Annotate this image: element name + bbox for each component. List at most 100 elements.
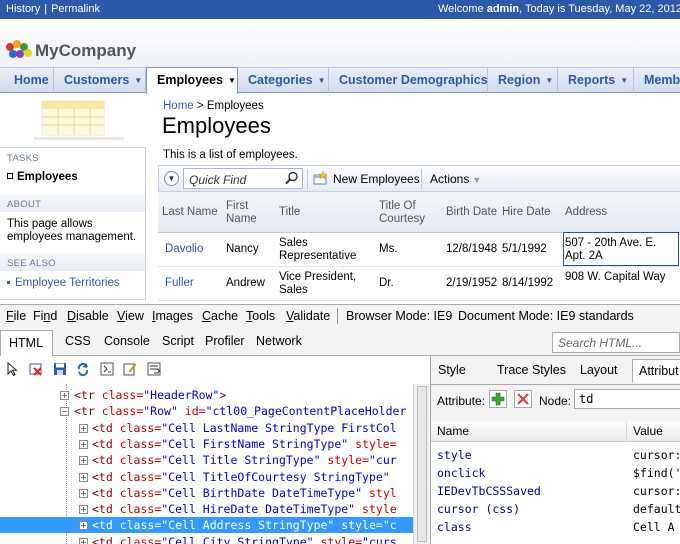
dom-node-markup: <td class="Cell FirstName StringType" st…: [92, 436, 397, 452]
document-mode-menu[interactable]: Document Mode: IE9 standards: [458, 309, 634, 323]
expand-icon[interactable]: +: [79, 521, 88, 531]
table-cell[interactable]: Fuller: [165, 277, 223, 290]
menu-item-file[interactable]: File: [6, 309, 26, 323]
menu-item-validate[interactable]: Validate: [286, 309, 330, 323]
nav-item-categories[interactable]: Categories ▼: [238, 68, 329, 93]
tab-profiler[interactable]: Profiler: [205, 334, 245, 348]
browser-mode-menu[interactable]: Browser Mode: IE9: [346, 309, 452, 323]
expand-icon[interactable]: +: [60, 391, 69, 400]
menu-item-disable[interactable]: Disable: [67, 309, 109, 323]
column-header-hire-date[interactable]: Hire Date: [502, 206, 562, 219]
new-employees-button[interactable]: New Employees: [333, 172, 420, 186]
nav-item-region[interactable]: Region ▼: [488, 68, 558, 93]
right-tab-trace-styles[interactable]: Trace Styles: [497, 363, 566, 377]
quick-find-input[interactable]: Quick Find: [183, 168, 303, 189]
markup-token: class=: [101, 404, 144, 419]
dom-tree-node[interactable]: + <td class="Cell LastName StringType Fir…: [0, 420, 413, 436]
nav-item-home[interactable]: Home: [4, 68, 54, 93]
attr-column-value[interactable]: Value: [627, 422, 680, 442]
table-row[interactable]: Fuller Andrew Vice President, Sales Dr. 2/19…: [158, 267, 680, 301]
search-html-input[interactable]: Search HTML...: [552, 332, 680, 353]
column-header-birth-date[interactable]: Birth Date: [446, 206, 501, 219]
right-tab-attribut[interactable]: Attribut: [632, 359, 680, 383]
expand-icon[interactable]: +: [79, 439, 88, 449]
dom-tree: + <tr class="HeaderRow"> − <tr class="Row" …: [0, 384, 413, 544]
sidebar-panel: TASKS Employees ABOUT This page allows e…: [0, 147, 146, 300]
attribute-row[interactable]: class Cell A: [431, 518, 680, 536]
column-header-address[interactable]: Address: [565, 206, 675, 219]
sidebar-item-employee-territories[interactable]: Employee Territories: [7, 277, 120, 289]
attr-column-name[interactable]: Name: [431, 422, 627, 442]
menu-item-cache[interactable]: Cache: [202, 309, 238, 323]
select-element-icon[interactable]: [6, 362, 20, 376]
new-record-icon[interactable]: [312, 171, 328, 185]
delete-attribute-button[interactable]: [514, 390, 532, 408]
column-header-last-name[interactable]: Last Name: [162, 206, 222, 219]
right-tab-style[interactable]: Style: [438, 363, 466, 377]
attribute-row[interactable]: cursor (css) default: [431, 500, 680, 518]
column-header-first-name[interactable]: First Name: [226, 200, 276, 226]
menu-item-tools[interactable]: Tools: [246, 309, 275, 323]
menu-item-find[interactable]: Find: [33, 309, 57, 323]
clear-outline-icon[interactable]: [29, 362, 43, 376]
dom-tree-node[interactable]: + <td class="Cell FirstName StringType" s…: [0, 436, 413, 452]
markup-token: <tr: [74, 404, 102, 419]
search-icon[interactable]: [285, 171, 299, 185]
dom-tree-node[interactable]: − <tr class="Row" id="ctl00_PageContentPl…: [0, 403, 413, 419]
tab-console[interactable]: Console: [104, 334, 150, 348]
column-header-title-of-courtesy[interactable]: Title Of Courtesy: [379, 200, 439, 226]
nav-item-memb[interactable]: Memb: [634, 68, 680, 93]
expand-icon[interactable]: +: [79, 505, 88, 515]
nav-item-employees[interactable]: Employees ▼: [146, 67, 238, 94]
dom-tree-node[interactable]: + <td class="Cell Title StringType" style…: [0, 452, 413, 468]
tab-network[interactable]: Network: [256, 334, 302, 348]
node-select[interactable]: td: [574, 389, 680, 409]
markup-token: class=: [119, 436, 162, 451]
save-icon[interactable]: [53, 362, 67, 376]
collapse-icon[interactable]: −: [60, 407, 69, 417]
table-cell[interactable]: Davolio: [165, 243, 223, 256]
tab-script[interactable]: Script: [162, 334, 194, 348]
view-selector-button[interactable]: ▼: [164, 171, 179, 186]
menu-item-images[interactable]: Images: [152, 309, 193, 323]
expand-icon[interactable]: +: [79, 472, 88, 482]
menu-item-view[interactable]: View: [117, 309, 144, 323]
right-tab-layout[interactable]: Layout: [580, 363, 618, 377]
brand-name[interactable]: MyCompany: [35, 41, 136, 61]
add-attribute-button[interactable]: [489, 390, 507, 408]
nav-item-customers[interactable]: Customers ▼: [54, 68, 146, 93]
word-wrap-icon[interactable]: [147, 362, 161, 376]
dom-tree-node[interactable]: + <tr class="HeaderRow">: [0, 387, 413, 403]
expand-icon[interactable]: +: [79, 537, 88, 544]
expand-icon[interactable]: +: [79, 488, 88, 498]
tab-html[interactable]: HTML: [0, 330, 54, 357]
attribute-row[interactable]: IEDevTbCSSSaved cursor:: [431, 482, 680, 500]
tab-css[interactable]: CSS: [65, 334, 91, 348]
nav-item-customer-demographics[interactable]: Customer Demographics: [329, 68, 488, 93]
expand-icon[interactable]: +: [79, 456, 88, 466]
column-header-title[interactable]: Title: [279, 206, 369, 219]
dom-tree-node[interactable]: + <td class="Cell TitleOfCourtesy StringT…: [0, 469, 413, 485]
scrollbar-thumb[interactable]: [417, 386, 427, 542]
actions-menu[interactable]: Actions ▼: [430, 172, 481, 186]
markup-token: style=: [313, 534, 363, 544]
markup-token: "ctl00_PageContentPlaceHolder: [205, 404, 407, 419]
chevron-down-icon: ▼: [545, 76, 554, 85]
attribute-row[interactable]: onclick $find(': [431, 464, 680, 482]
sidebar-item-employees[interactable]: Employees: [7, 171, 78, 183]
edit-icon[interactable]: [123, 362, 137, 376]
dom-tree-node[interactable]: + <td class="Cell Address StringType" sty…: [0, 517, 413, 534]
company-logo-icon[interactable]: [6, 40, 34, 60]
expand-icon[interactable]: +: [79, 423, 88, 433]
dom-tree-node[interactable]: + <td class="Cell City StringType" style=…: [0, 534, 413, 544]
dom-tree-scrollbar[interactable]: [413, 384, 430, 544]
dom-tree-node[interactable]: + <td class="Cell HireDate DateTimeType" …: [0, 501, 413, 517]
history-link[interactable]: History: [6, 3, 40, 15]
attribute-row[interactable]: style cursor:: [431, 446, 680, 464]
permalink-link[interactable]: Permalink: [51, 3, 100, 15]
nav-item-reports[interactable]: Reports ▼: [558, 68, 634, 93]
dom-tree-node[interactable]: + <td class="Cell BirthDate DateTimeType"…: [0, 485, 413, 501]
refresh-icon[interactable]: [76, 362, 90, 376]
dom-tree-icon[interactable]: [100, 362, 114, 376]
breadcrumb-home[interactable]: Home: [163, 100, 194, 112]
